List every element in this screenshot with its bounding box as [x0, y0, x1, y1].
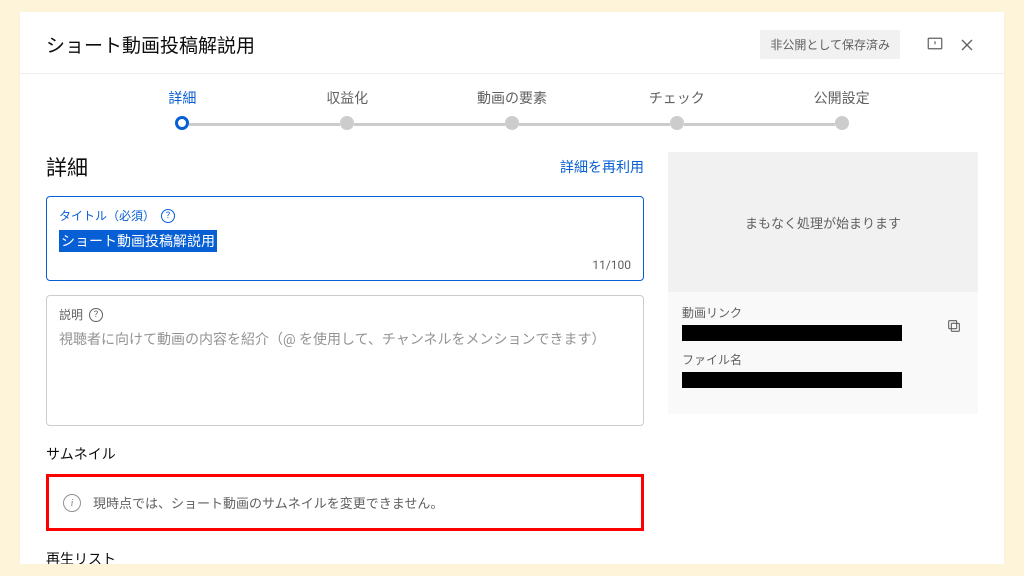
filename-label: ファイル名: [682, 351, 964, 368]
description-field[interactable]: 説明 ? 視聴者に向けて動画の内容を紹介（@ を使用して、チャンネルをメンション…: [46, 295, 644, 426]
description-input[interactable]: 視聴者に向けて動画の内容を紹介（@ を使用して、チャンネルをメンションできます）: [59, 329, 631, 417]
thumbnail-section-title: サムネイル: [46, 444, 644, 464]
video-meta: 動画リンク ファイル名: [668, 292, 978, 414]
title-field[interactable]: タイトル（必須） ? ショート動画投稿解説用 11/100: [46, 196, 644, 281]
thumbnail-info-text: 現時点では、ショート動画のサムネイルを変更できません。: [93, 493, 443, 512]
video-preview: まもなく処理が始まります: [668, 152, 978, 292]
playlist-section-title: 再生リスト: [46, 549, 644, 564]
title-char-counter: 11/100: [592, 258, 631, 272]
description-field-label: 説明: [59, 306, 83, 323]
dialog-title: ショート動画投稿解説用: [46, 31, 760, 58]
feedback-icon[interactable]: [924, 34, 946, 56]
thumbnail-info-highlight: i 現時点では、ショート動画のサムネイルを変更できません。: [46, 474, 644, 531]
reuse-details-link[interactable]: 詳細を再利用: [560, 157, 644, 177]
stepper: 詳細 収益化 動画の要素 チェック 公開設定: [20, 74, 1004, 130]
processing-text: まもなく処理が始まります: [745, 213, 901, 232]
title-field-label: タイトル（必須）: [59, 207, 155, 224]
section-title-details: 詳細: [46, 152, 560, 182]
help-icon[interactable]: ?: [161, 209, 175, 223]
close-icon[interactable]: [956, 34, 978, 56]
info-icon: i: [63, 494, 81, 512]
help-icon[interactable]: ?: [89, 308, 103, 322]
upload-dialog: ショート動画投稿解説用 非公開として保存済み 詳細 収益化: [20, 12, 1004, 564]
video-link-value: [682, 325, 902, 341]
title-input[interactable]: ショート動画投稿解説用: [59, 230, 217, 252]
step-details[interactable]: 詳細: [100, 88, 265, 130]
save-status-badge: 非公開として保存済み: [760, 30, 900, 59]
filename-value: [682, 372, 902, 388]
dialog-header: ショート動画投稿解説用 非公開として保存済み: [20, 12, 1004, 74]
copy-icon[interactable]: [946, 318, 964, 336]
video-link-label: 動画リンク: [682, 304, 964, 321]
